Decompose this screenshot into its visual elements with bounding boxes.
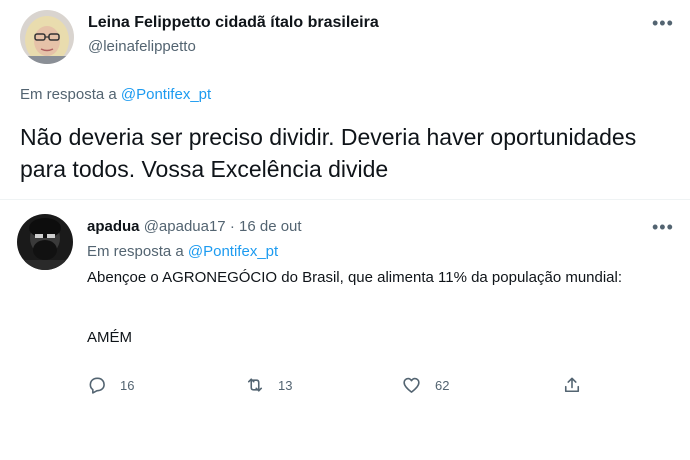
tweet-date[interactable]: 16 de out: [239, 218, 302, 235]
heart-icon: [403, 377, 420, 393]
tweet-text: Não deveria ser preciso dividir. Deveria…: [20, 124, 637, 182]
author-name[interactable]: Leina Felippetto cidadã ítalo brasileira: [88, 14, 379, 32]
share-button[interactable]: [562, 375, 582, 395]
reply-prefix: Em resposta a: [87, 243, 184, 260]
avatar-apadua[interactable]: [17, 214, 73, 270]
reply-context: Em resposta a @Pontifex_pt: [87, 243, 278, 260]
tweet-text-line: Abençoe o AGRONEGÓCIO do Brasil, que ali…: [87, 269, 623, 286]
avatar-image: [17, 214, 73, 270]
author-line: apadua @apadua17 · 16 de out: [87, 218, 302, 235]
author-handle[interactable]: @leinafelippetto: [88, 38, 196, 55]
more-options-icon[interactable]: •••: [652, 14, 674, 32]
retweet-icon: [247, 378, 263, 392]
reply-bubble-icon: [89, 377, 105, 394]
separator: ·: [229, 218, 235, 235]
like-button[interactable]: 62: [401, 375, 449, 395]
author-name[interactable]: apadua: [87, 218, 140, 235]
reply-count: 16: [120, 377, 135, 393]
reply-button[interactable]: 16: [87, 375, 134, 395]
reply-context: Em resposta a @Pontifex_pt: [20, 86, 211, 103]
more-options-icon[interactable]: •••: [652, 218, 674, 236]
reply-prefix: Em resposta a: [20, 86, 117, 103]
tweet-text-line: AMÉM: [87, 329, 132, 346]
share-icon: [564, 377, 580, 393]
like-count: 62: [435, 377, 450, 393]
avatar-leina[interactable]: [20, 10, 74, 64]
reply-to-link[interactable]: @Pontifex_pt: [121, 86, 211, 103]
divider: [0, 199, 690, 200]
author-handle[interactable]: @apadua17: [144, 218, 226, 235]
retweet-count: 13: [278, 377, 293, 393]
reply-to-link[interactable]: @Pontifex_pt: [188, 243, 278, 260]
tweet-text: Abençoe o AGRONEGÓCIO do Brasil, que ali…: [87, 268, 657, 348]
avatar-image: [20, 10, 74, 64]
retweet-button[interactable]: 13: [244, 375, 292, 395]
